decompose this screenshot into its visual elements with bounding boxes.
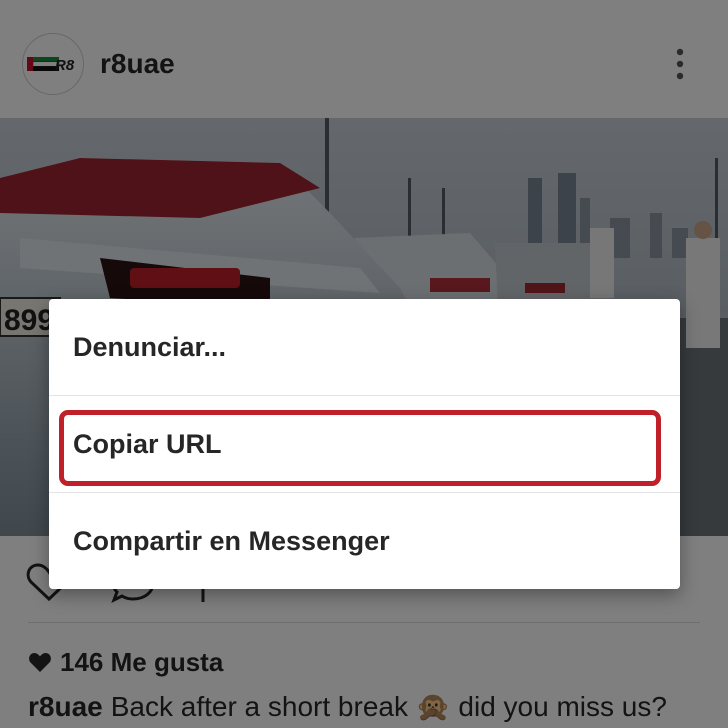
post-options-dialog: Denunciar... Copiar URL Compartir en Mes… <box>49 299 680 589</box>
menu-item-label: Denunciar... <box>73 331 227 362</box>
menu-item-share-messenger[interactable]: Compartir en Messenger <box>49 493 680 589</box>
highlight-box <box>59 410 661 486</box>
menu-item-report[interactable]: Denunciar... <box>49 299 680 395</box>
menu-item-label: Compartir en Messenger <box>73 525 390 556</box>
